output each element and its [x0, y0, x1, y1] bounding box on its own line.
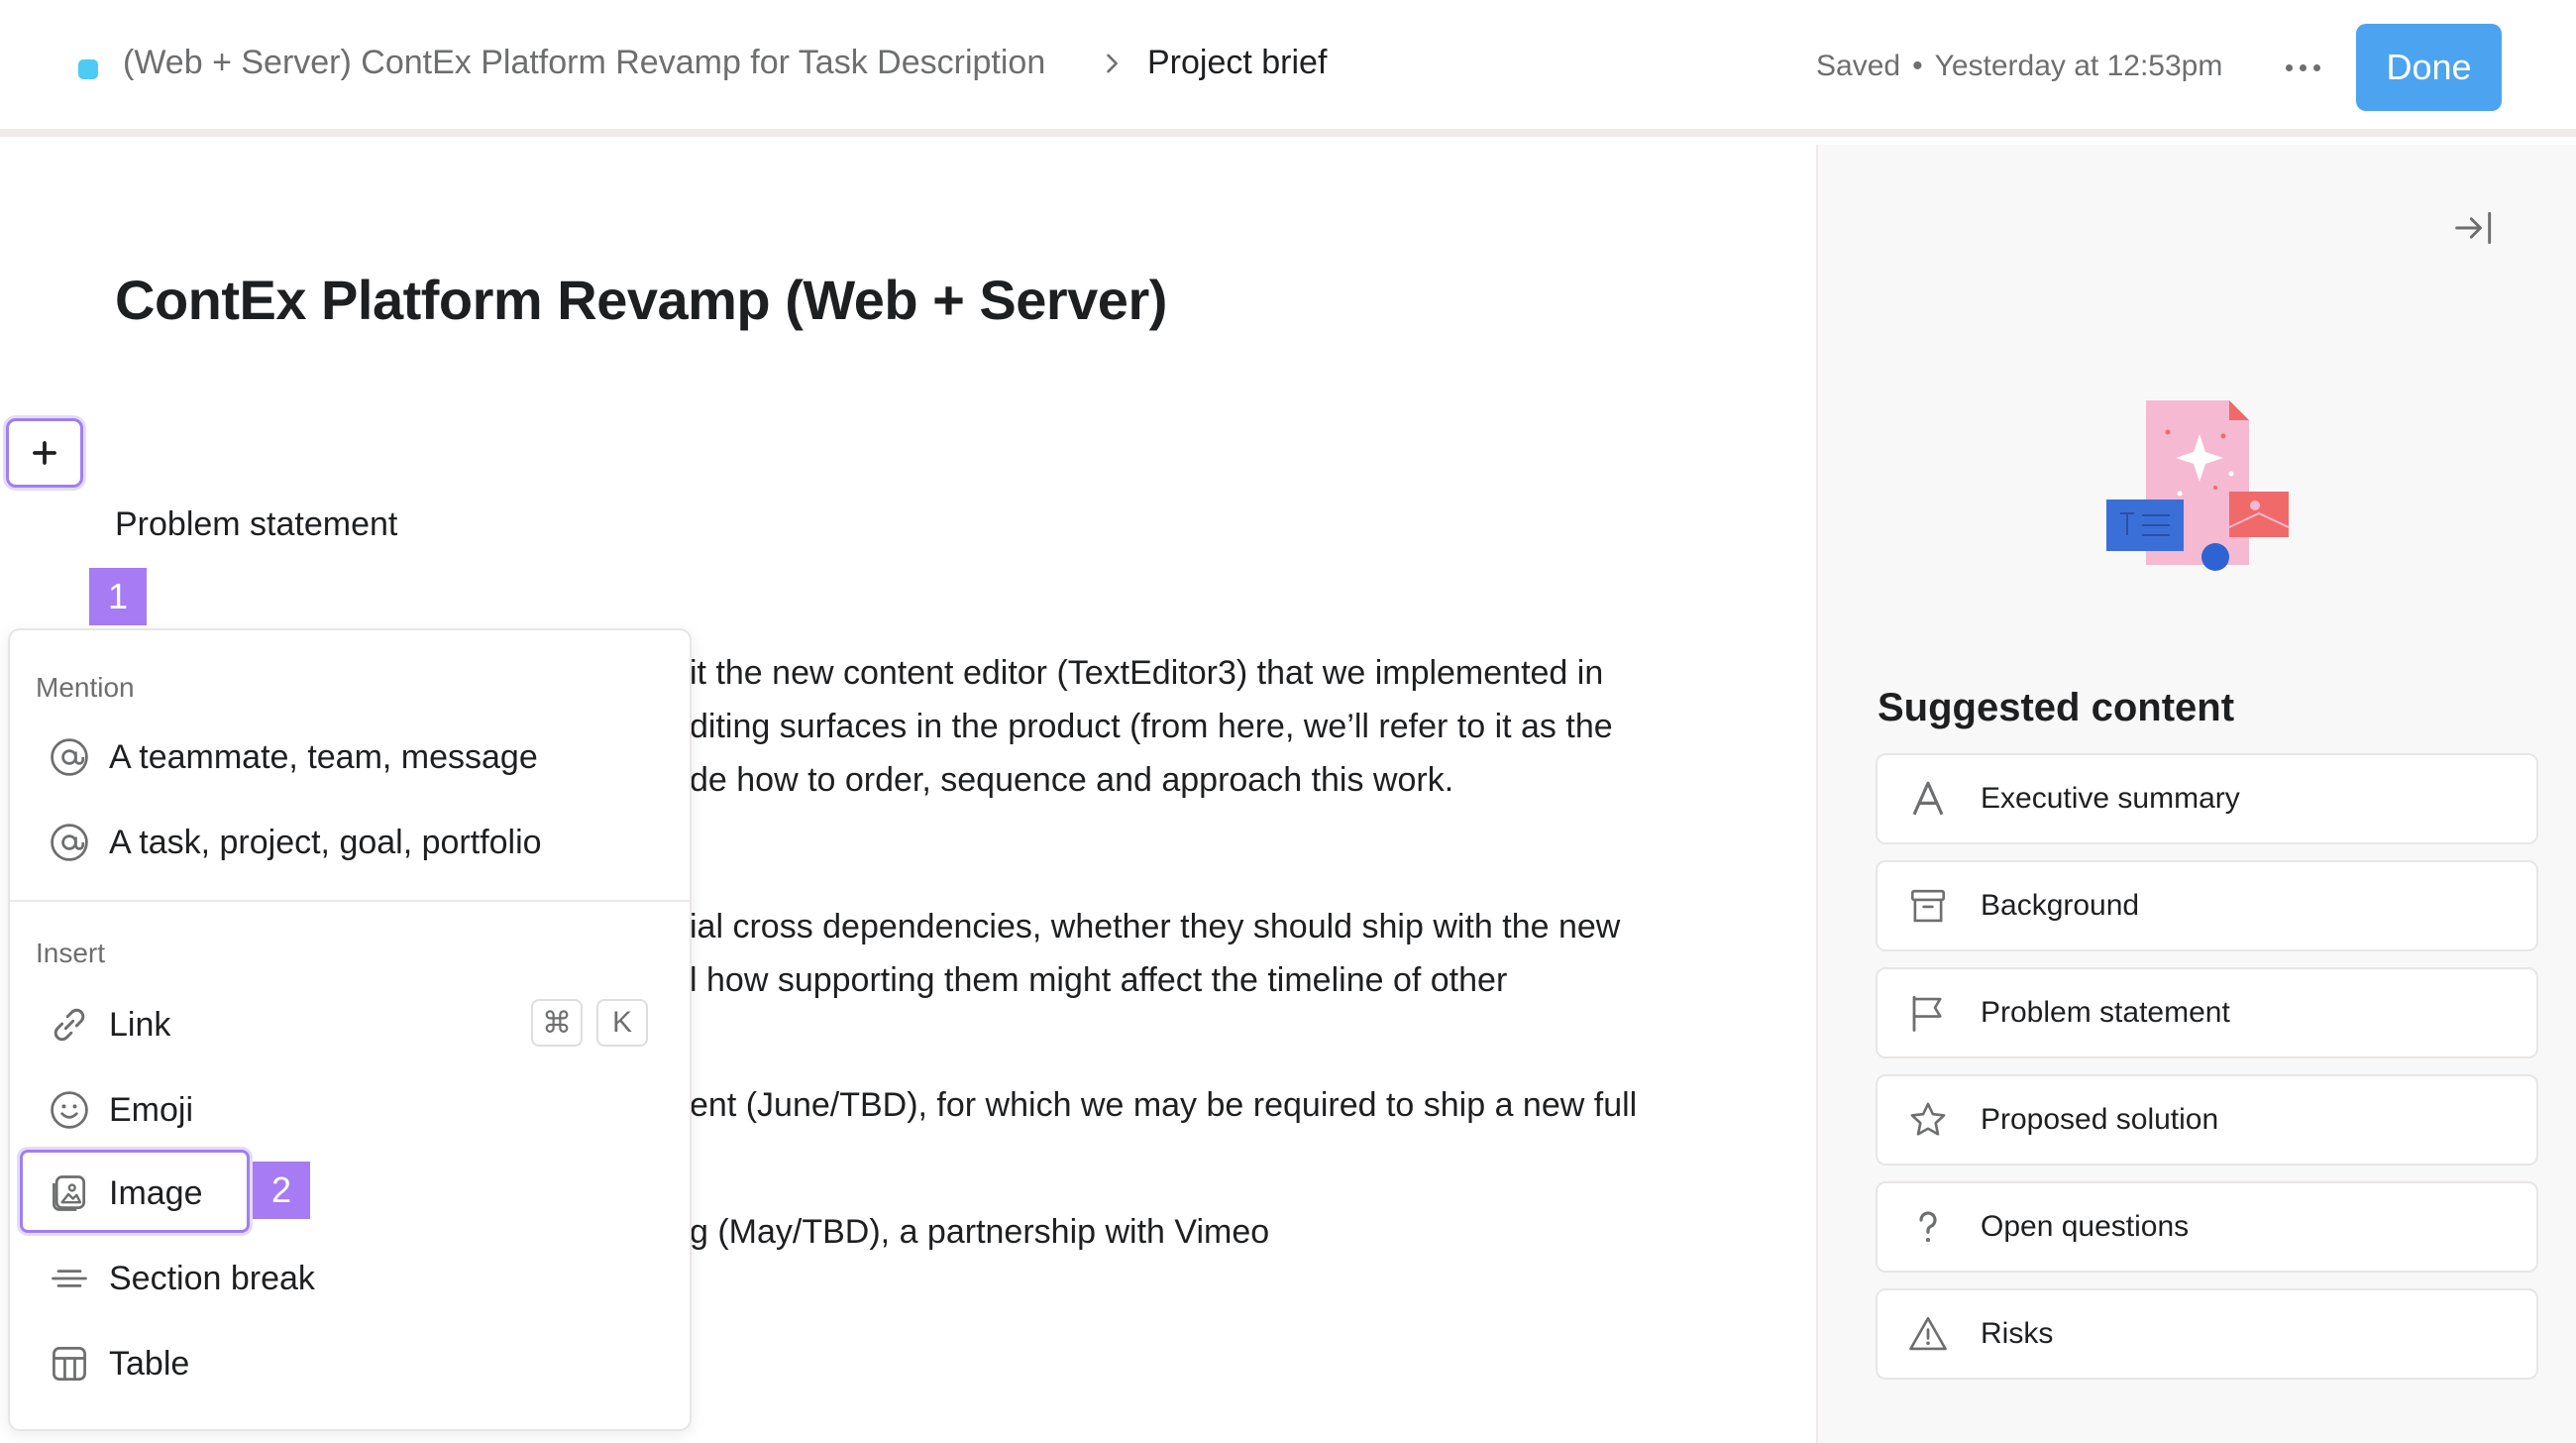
- document-title[interactable]: ContEx Platform Revamp (Web + Server): [115, 268, 1167, 332]
- separator-dot: •: [1912, 50, 1923, 82]
- suggested-item-open-questions[interactable]: Open questions: [1876, 1181, 2538, 1273]
- saved-label: Saved: [1816, 50, 1901, 82]
- insert-plus-button[interactable]: [6, 418, 83, 488]
- suggested-item-label: Executive summary: [1981, 782, 2240, 815]
- image-icon: [53, 1175, 86, 1211]
- more-dot: [2285, 63, 2293, 71]
- body-text-line[interactable]: it the new content editor (TextEditor3) …: [690, 654, 1603, 693]
- more-dot: [2299, 63, 2307, 71]
- menu-item-label: Section break: [109, 1259, 315, 1297]
- collapse-panel-icon[interactable]: [2453, 206, 2497, 250]
- project-color-dot: [78, 59, 98, 79]
- star-icon: [1907, 1099, 1949, 1141]
- breadcrumb-project-link[interactable]: (Web + Server) ContEx Platform Revamp fo…: [123, 44, 1045, 82]
- table-icon: [53, 1347, 86, 1381]
- body-text-line[interactable]: g (May/TBD), a partnership with Vimeo: [690, 1213, 1269, 1252]
- menu-item-label: A task, project, goal, portfolio: [109, 823, 542, 861]
- menu-item-mention-teammate[interactable]: A teammate, team, message: [28, 720, 676, 795]
- suggested-item-label: Proposed solution: [1981, 1103, 2219, 1136]
- insert-menu: Mention A teammate, team, message A task…: [8, 628, 692, 1431]
- menu-section-insert: Insert: [36, 938, 106, 968]
- letter-a-icon: [1907, 778, 1949, 820]
- at-icon: [51, 738, 88, 776]
- section-break-icon: [52, 1270, 87, 1287]
- section-heading[interactable]: Problem statement: [115, 505, 397, 544]
- question-mark-icon: [1907, 1206, 1949, 1248]
- suggested-item-label: Problem statement: [1981, 996, 2230, 1029]
- save-status: Saved • Yesterday at 12:53pm: [1816, 50, 2222, 83]
- smiley-icon: [51, 1091, 88, 1129]
- at-icon: [51, 824, 88, 861]
- body-text-line[interactable]: ial cross dependencies, whether they sho…: [690, 908, 1620, 946]
- suggested-item-label: Open questions: [1981, 1210, 2190, 1243]
- shortcut-key-cmd: ⌘: [531, 999, 583, 1047]
- suggested-item-risks[interactable]: Risks: [1876, 1288, 2538, 1380]
- suggested-item-executive-summary[interactable]: Executive summary: [1876, 753, 2538, 844]
- body-text-line[interactable]: ent (June/TBD), for which we may be requ…: [690, 1086, 1637, 1125]
- menu-item-mention-task[interactable]: A task, project, goal, portfolio: [28, 805, 676, 880]
- menu-item-label: A teammate, team, message: [109, 737, 538, 776]
- menu-item-link[interactable]: Link ⌘ K: [28, 987, 676, 1062]
- more-dot: [2312, 63, 2320, 71]
- menu-item-image[interactable]: Image: [28, 1156, 676, 1231]
- done-button[interactable]: Done: [2356, 24, 2502, 111]
- step-badge-2: 2: [253, 1162, 310, 1219]
- menu-item-table[interactable]: Table: [28, 1326, 676, 1401]
- body-text-line[interactable]: de how to order, sequence and approach t…: [690, 761, 1453, 800]
- top-bar: (Web + Server) ContEx Platform Revamp fo…: [0, 0, 2576, 137]
- flag-icon: [1907, 992, 1949, 1034]
- document-sparkle-illustration: [2106, 400, 2290, 571]
- menu-item-label: Link: [109, 1005, 171, 1044]
- link-icon: [54, 1008, 85, 1042]
- saved-time: Yesterday at 12:53pm: [1934, 50, 2223, 82]
- menu-item-section-break[interactable]: Section break: [28, 1241, 676, 1316]
- body-text-line[interactable]: diting surfaces in the product (from her…: [690, 708, 1613, 746]
- menu-divider: [10, 900, 690, 902]
- suggested-item-proposed-solution[interactable]: Proposed solution: [1876, 1074, 2538, 1166]
- breadcrumb-current-page: Project brief: [1147, 44, 1328, 81]
- suggested-item-problem-statement[interactable]: Problem statement: [1876, 967, 2538, 1058]
- chevron-right-icon: [1107, 54, 1118, 73]
- shortcut-key-k: K: [596, 999, 648, 1047]
- suggested-content-title: Suggested content: [1878, 686, 2235, 729]
- archive-box-icon: [1907, 885, 1949, 927]
- more-options-button[interactable]: [2275, 40, 2330, 95]
- menu-item-emoji[interactable]: Emoji: [28, 1072, 676, 1148]
- warning-triangle-icon: [1907, 1313, 1949, 1355]
- suggested-item-label: Risks: [1981, 1317, 2054, 1350]
- body-text-line[interactable]: l how supporting them might affect the t…: [690, 961, 1507, 1000]
- suggested-item-label: Background: [1981, 889, 2140, 922]
- menu-item-label: Emoji: [109, 1090, 194, 1129]
- suggested-item-background[interactable]: Background: [1876, 860, 2538, 951]
- menu-item-label: Table: [109, 1344, 190, 1383]
- step-badge-1: 1: [89, 568, 147, 625]
- menu-section-mention: Mention: [36, 672, 135, 703]
- plus-icon: [33, 441, 56, 465]
- menu-item-label: Image: [109, 1173, 203, 1212]
